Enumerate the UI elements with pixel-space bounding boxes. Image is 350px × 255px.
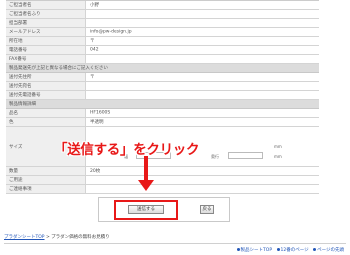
size-depth-field[interactable] [228,152,263,159]
row-label: 数量 [9,169,18,174]
breadcrumb: プラダンシートTOP > プラダン価格の無料お見積り [4,234,110,240]
section-header-product: 製品情報詳細 [6,100,319,109]
email-value: info@pw-design.jp [90,29,132,35]
row-label: メールアドレス [9,30,41,35]
form-row: 所在地 〒 [6,37,319,46]
row-label: 電話番号 [9,48,27,53]
row-value: 〒 [90,39,95,44]
footer-nav-item[interactable]: 製品シートTOP [236,248,272,253]
row-label: 色 [9,120,14,125]
form-row: ご担当者名ふり [6,10,319,19]
row-value: 042 [90,47,99,53]
arrow-head-icon [138,180,154,191]
form-row: メールアドレス info@pw-design.jp [6,28,319,37]
form-row: 色 半透明 [6,118,319,127]
row-label: ご連絡事項 [9,187,32,192]
row-label: サイズ [9,144,23,150]
footer-divider [4,243,346,244]
bullet-icon [313,248,317,251]
row-label: ご用途 [9,178,23,183]
quote-form-table: ご担当者名 小野 ご担当者名ふり 担当部署 メールアドレス info@pw-de… [6,0,319,194]
bullet-icon [236,248,240,251]
section-header-delivery: 製品発送先が上記と異なる場合にご記入ください [6,64,319,73]
row-label: 品名 [9,111,18,116]
row-value: 〒 [90,75,95,80]
size-unit-bottom: mm [274,154,282,159]
quantity-value: 20枚 [90,169,101,174]
instruction-callout: 「送信する」をクリック [54,142,200,158]
page: ご担当者名 小野 ご担当者名ふり 担当部署 メールアドレス info@pw-de… [0,0,350,255]
size-unit-top: mm [274,144,282,149]
form-row: 送付先電話番号 [6,91,319,100]
form-row: 送付先住所 〒 [6,73,319,82]
back-button[interactable]: 戻る [200,205,214,214]
breadcrumb-home-link[interactable]: プラダンシートTOP [4,235,45,240]
row-label: 送付先電話番号 [9,93,41,98]
breadcrumb-separator: > [45,235,50,240]
submit-button[interactable]: 送信する [128,205,164,214]
row-label: 所在地 [9,39,23,44]
row-label: 担当部署 [9,21,27,26]
row-label: 送付先宛名 [9,84,32,89]
form-row: 電話番号 042 [6,46,319,55]
form-row: ご担当者名 小野 [6,1,319,10]
row-label: FAX番号 [9,57,27,62]
row-label: 送付先住所 [9,75,32,80]
bullet-icon [276,248,280,251]
form-row: 品名 HF1600S [6,109,319,118]
product-name-value: HF1600S [90,110,111,116]
row-label: ご担当者名ふり [9,12,41,17]
row-label: ご担当者名 [9,3,32,8]
form-row: ご連絡事項 [6,185,319,194]
row-value: 小野 [90,3,99,8]
color-value: 半透明 [90,120,104,125]
form-row: ご用途 [6,176,319,185]
footer-nav: 製品シートTOP 12番のページ ページの先頭 [234,247,344,253]
form-row: 担当部署 [6,19,319,28]
arrow-down-icon [144,156,148,181]
breadcrumb-current: プラダン価格の無料お見積り [51,235,110,240]
form-row: FAX番号 [6,55,319,64]
footer-nav-item[interactable]: 12番のページ [276,248,309,253]
form-row: 数量 20枚 [6,167,319,176]
size-depth-label: 奥行 [211,154,219,159]
footer-nav-item[interactable]: ページの先頭 [313,248,344,253]
form-row: 送付先宛名 [6,82,319,91]
